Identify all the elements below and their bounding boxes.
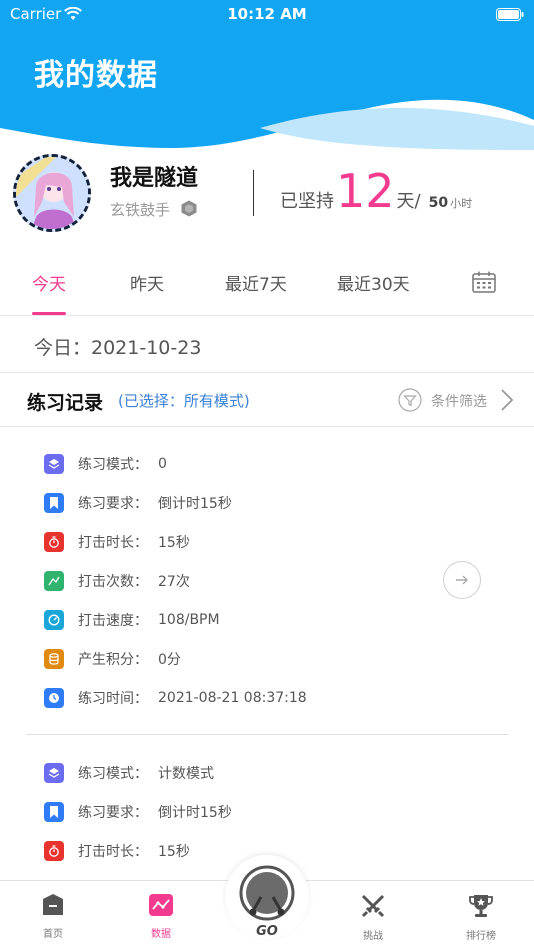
record-divider — [26, 734, 508, 735]
record-value: 0 — [158, 456, 167, 472]
record-row-duration: 打击时长： 15秒 — [44, 840, 190, 862]
trophy-icon — [469, 895, 493, 917]
persist-hours: 50 — [428, 195, 449, 211]
nav-ranking[interactable]: 排行榜 — [451, 893, 511, 942]
record-row-time: 练习时间： 2021-08-21 08:37:18 — [44, 687, 307, 709]
stopwatch-icon — [44, 532, 64, 552]
chevron-right-icon[interactable] — [500, 388, 514, 412]
svg-text:GO: GO — [256, 924, 278, 939]
record-label: 打击速度： — [78, 613, 148, 629]
record-row-mode: 练习模式： 0 — [44, 453, 167, 475]
drum-go-icon: GO — [239, 865, 295, 939]
avatar-illustration-icon — [16, 157, 88, 229]
record-label: 产生积分： — [78, 652, 148, 668]
record-row-hits: 打击次数： 27次 — [44, 570, 190, 592]
nav-home[interactable]: 首页 — [23, 893, 83, 940]
record-row-duration: 打击时长： 15秒 — [44, 531, 190, 553]
today-date: 今日：2021-10-23 — [34, 337, 202, 359]
layers-icon — [44, 454, 64, 474]
rank-title: 玄铁鼓手 — [110, 201, 171, 219]
calendar-icon[interactable] — [472, 271, 496, 293]
profile-divider — [253, 170, 254, 216]
battery-icon — [496, 8, 524, 21]
active-tab-indicator — [32, 312, 66, 315]
home-icon — [43, 894, 63, 915]
nav-home-label: 首页 — [43, 929, 63, 940]
record-value: 0分 — [158, 652, 181, 668]
persist-hours-unit: 小时 — [450, 197, 473, 210]
chart-line-icon — [44, 571, 64, 591]
record-label: 练习模式： — [78, 457, 148, 473]
record-label: 练习时间： — [78, 691, 148, 707]
status-bar: Carrier 10:12 AM — [0, 5, 534, 25]
rank-badge-icon — [181, 200, 197, 217]
records-title: 练习记录 — [27, 392, 104, 414]
tab-yesterday[interactable]: 昨天 — [130, 270, 164, 295]
tab-last-30-days[interactable]: 最近30天 — [337, 270, 410, 295]
record-value: 倒计时15秒 — [158, 805, 232, 821]
nav-challenge-label: 挑战 — [363, 931, 383, 942]
crossed-swords-icon — [361, 894, 385, 918]
bookmark-icon — [44, 493, 64, 513]
record-label: 练习要求： — [78, 496, 148, 512]
record-value: 108/BPM — [158, 612, 220, 628]
filter-button[interactable]: 条件筛选 — [431, 391, 487, 411]
record-row-mode: 练习模式： 计数模式 — [44, 762, 214, 784]
filter-icon[interactable] — [398, 388, 422, 412]
nav-data[interactable]: 数据 — [131, 893, 191, 940]
records-selected-filter: (已选择：所有模式) — [118, 392, 250, 410]
date-range-tabs: 今天 昨天 最近7天 最近30天 — [0, 250, 534, 316]
record-label: 打击次数： — [78, 574, 148, 590]
record-value: 15秒 — [158, 844, 190, 860]
persist-label: 已坚持 — [280, 191, 334, 212]
record-detail-button[interactable] — [443, 561, 481, 599]
record-label: 练习要求： — [78, 805, 148, 821]
avatar[interactable] — [13, 154, 91, 232]
nav-challenge[interactable]: 挑战 — [343, 893, 403, 942]
record-label: 打击时长： — [78, 844, 148, 860]
go-drum-button[interactable]: GO — [225, 855, 309, 939]
record-row-requirement: 练习要求： 倒计时15秒 — [44, 492, 232, 514]
page-title: 我的数据 — [34, 58, 158, 93]
record-value: 2021-08-21 08:37:18 — [158, 690, 307, 706]
status-time: 10:12 AM — [227, 5, 307, 23]
persist-days-unit: 天/ — [396, 191, 421, 212]
records-header: 练习记录 (已选择：所有模式) 条件筛选 — [0, 373, 534, 427]
nav-data-label: 数据 — [151, 929, 171, 940]
layers-icon — [44, 763, 64, 783]
tab-last-7-days[interactable]: 最近7天 — [225, 270, 287, 295]
record-value: 倒计时15秒 — [158, 496, 232, 512]
record-row-speed: 打击速度： 108/BPM — [44, 609, 220, 631]
record-label: 打击时长： — [78, 535, 148, 551]
record-value: 27次 — [158, 574, 190, 590]
record-row-requirement: 练习要求： 倒计时15秒 — [44, 801, 232, 823]
coins-icon — [44, 649, 64, 669]
nav-ranking-label: 排行榜 — [466, 931, 496, 942]
record-value: 计数模式 — [158, 766, 214, 782]
persist-summary: 已坚持 12 天/ 50 小时 — [280, 168, 472, 220]
arrow-right-icon — [456, 575, 468, 585]
stopwatch-icon — [44, 841, 64, 861]
record-value: 15秒 — [158, 535, 190, 551]
persist-days: 12 — [336, 164, 395, 218]
clock-icon — [44, 688, 64, 708]
tab-today[interactable]: 今天 — [32, 270, 66, 295]
speedometer-icon — [44, 610, 64, 630]
username: 我是隧道 — [110, 166, 199, 191]
record-row-points: 产生积分： 0分 — [44, 648, 181, 670]
data-chart-icon — [149, 894, 173, 916]
bookmark-icon — [44, 802, 64, 822]
record-label: 练习模式： — [78, 766, 148, 782]
